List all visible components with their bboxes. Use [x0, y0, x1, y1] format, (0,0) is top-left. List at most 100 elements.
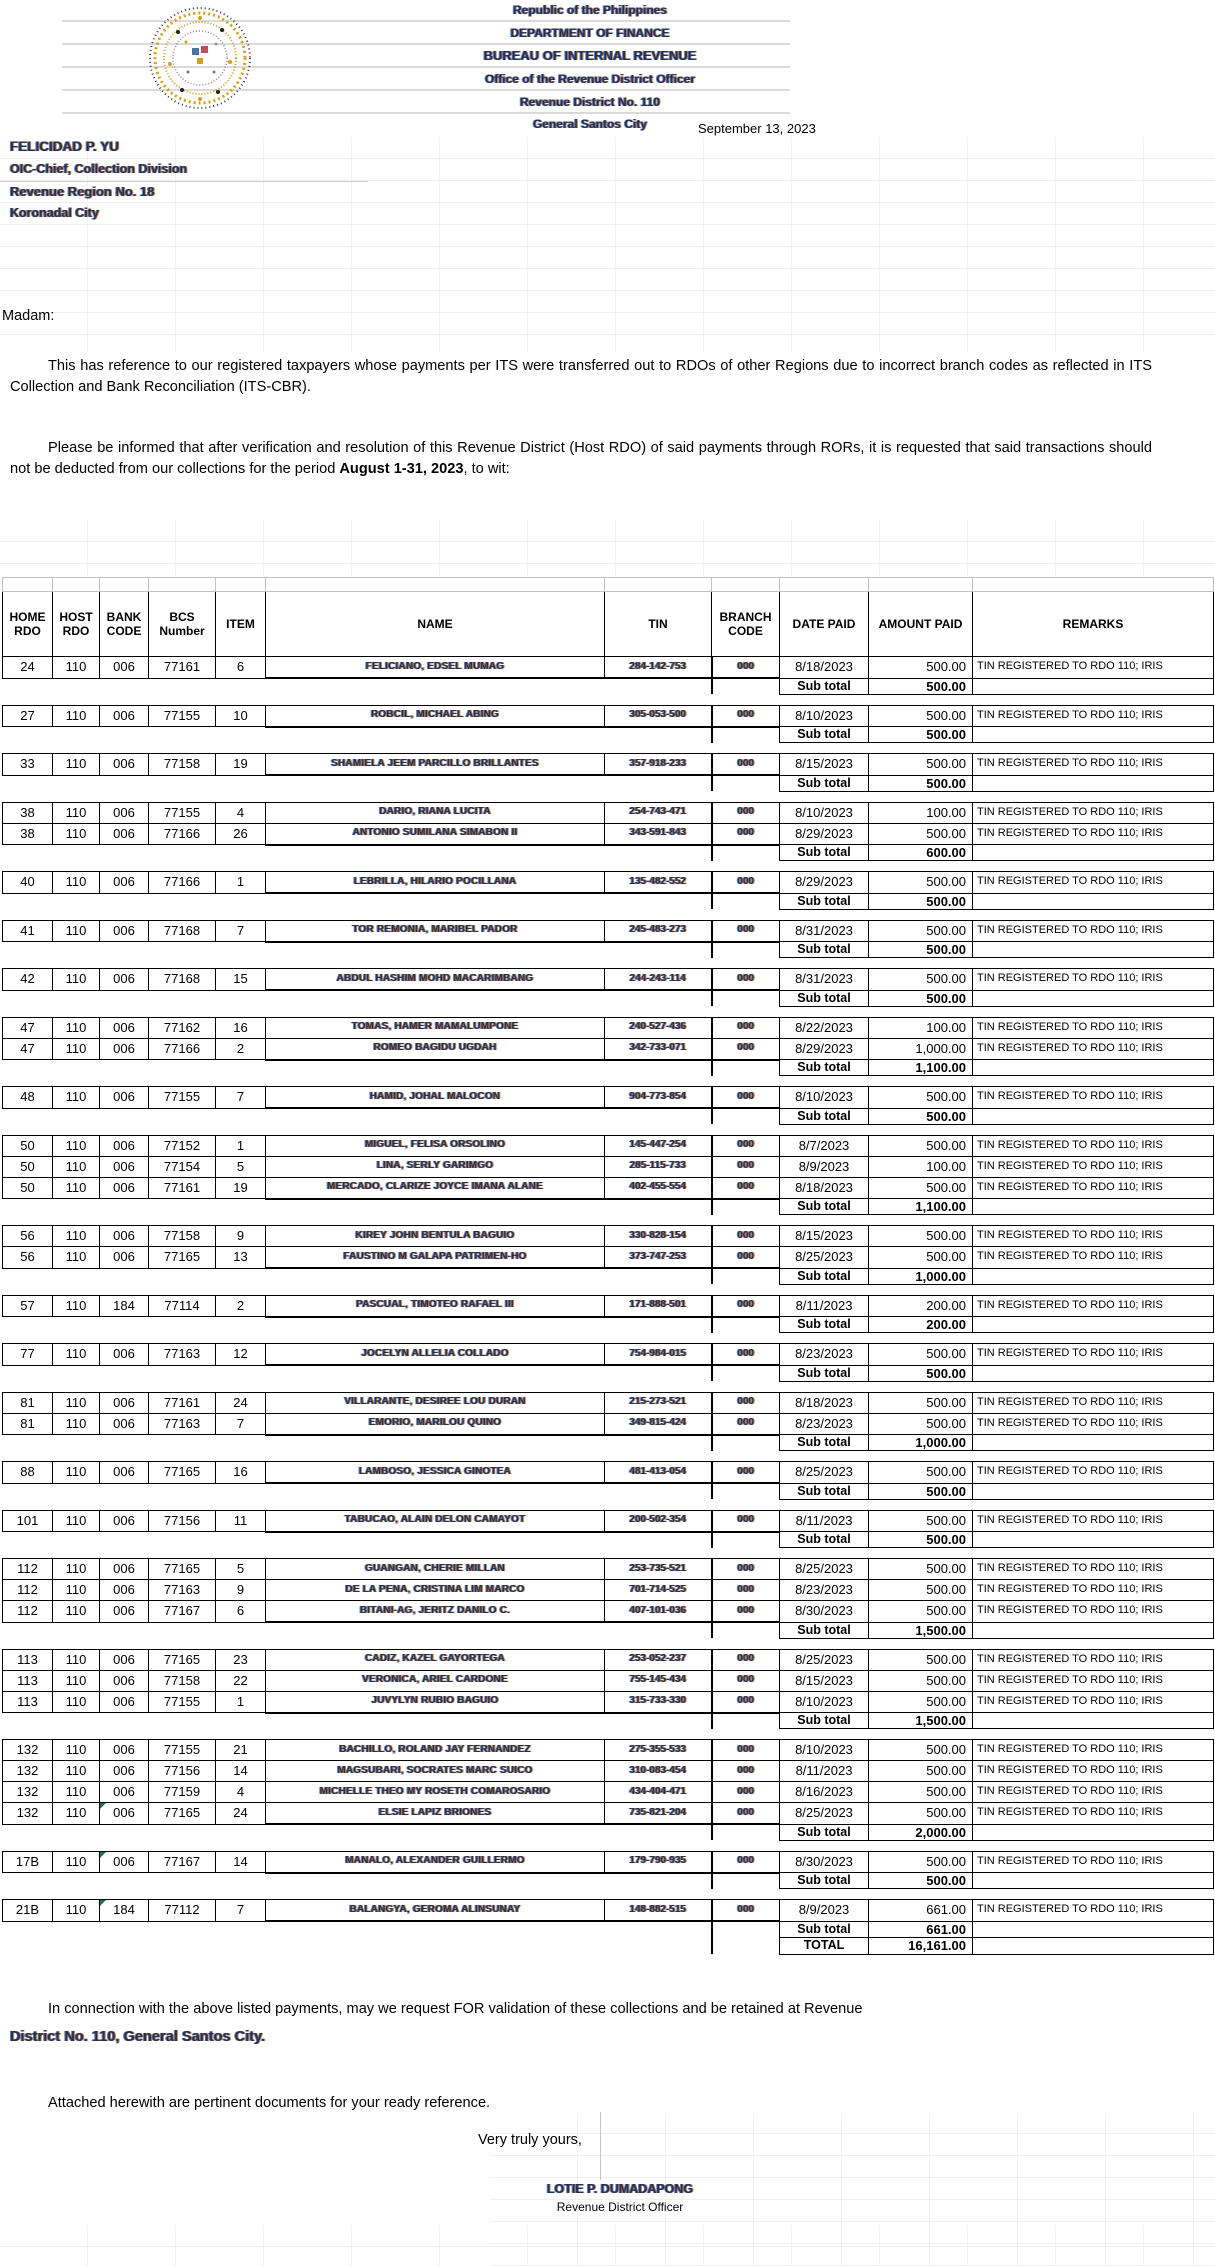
spacer-row — [3, 743, 1214, 754]
cell-host-rdo: 110 — [52, 871, 100, 894]
cell-subtotal-amount: 1,100.00 — [868, 1198, 973, 1215]
cell-tin: 305-053-500 — [604, 704, 713, 728]
cell-amount-paid: 500.00 — [868, 1781, 973, 1803]
cell-blank — [604, 1531, 713, 1548]
payment-row: 132 110 006 77156 14 MAGSUBARI, SOCRATES MARC… — [2, 1760, 1214, 1782]
cell-amount-paid: 1,000.00 — [868, 1037, 973, 1060]
payment-row: 113 110 006 77155 1 JUVYLYN RUBIO BAGUIO 315-7… — [2, 1690, 1214, 1714]
spacer-row — [3, 1284, 1214, 1295]
cell-remarks: TIN REGISTERED TO RDO 110; IRIS — [972, 1412, 1214, 1435]
cell-bank-code: 006 — [99, 1509, 149, 1532]
cell-item: 6 — [215, 656, 266, 679]
cell-bcs-number: 77166 — [148, 822, 216, 845]
cell-amount-paid: 500.00 — [868, 1558, 973, 1580]
cell-blank — [3, 1435, 605, 1451]
cell-item: 15 — [215, 968, 266, 991]
spacer-row — [3, 1840, 1214, 1851]
cell-amount-paid: 500.00 — [868, 1225, 973, 1247]
cell-home-rdo: 132 — [2, 1739, 53, 1761]
cell-name: TABUCAO, ALAIN DELON CAMAYOT — [265, 1509, 605, 1533]
cell-amount-paid: 500.00 — [868, 1802, 973, 1825]
cell-item: 7 — [215, 919, 266, 942]
cell-bank-code: 006 — [99, 1669, 149, 1692]
cell-remarks: TIN REGISTERED TO RDO 110; IRIS — [972, 1579, 1214, 1601]
cell-name: BACHILLO, ROLAND JAY FERNANDEZ — [265, 1739, 605, 1761]
cell-date-paid: 8/9/2023 — [779, 1899, 869, 1922]
cell-remarks-empty — [972, 1823, 1214, 1841]
cell-remarks: TIN REGISTERED TO RDO 110; IRIS — [972, 1461, 1214, 1484]
cell-amount-paid: 500.00 — [868, 1850, 973, 1873]
cell-home-rdo: 57 — [2, 1294, 53, 1317]
spacer-row — [3, 958, 1214, 969]
spacer-row — [3, 909, 1214, 920]
payment-row: 33 110 006 77158 19 SHAMIELA JEEM PARCILLO BR… — [2, 753, 1214, 776]
column-header-tin: TIN — [604, 591, 712, 657]
cell-item: 14 — [215, 1850, 266, 1873]
cell-date-paid: 8/22/2023 — [779, 1016, 869, 1039]
cell-remarks-empty — [972, 1920, 1214, 1938]
cell-bcs-number: 77161 — [148, 1391, 216, 1414]
cell-host-rdo: 110 — [52, 1669, 100, 1692]
cell-name: JUVYLYN RUBIO BAGUIO — [265, 1690, 605, 1714]
cell-bcs-number: 77112 — [148, 1899, 216, 1922]
cell-item: 23 — [215, 1648, 266, 1671]
cell-name: MAGSUBARI, SOCRATES MARC SUICO — [265, 1760, 605, 1782]
cell-subtotal-label: Sub total — [779, 1712, 869, 1729]
cell-amount-paid: 500.00 — [868, 968, 973, 991]
spacer-row — [3, 1381, 1214, 1392]
cell-date-paid: 8/29/2023 — [779, 822, 869, 845]
cell-item: 4 — [215, 801, 266, 824]
cell-subtotal-amount: 1,500.00 — [868, 1621, 973, 1639]
column-header-bank-code: BANK CODE — [99, 591, 149, 657]
payment-row: 24 110 006 77161 6 FELICIANO, EDSEL MUMAG 284-… — [2, 656, 1214, 679]
cell-remarks-empty — [972, 1316, 1214, 1333]
grid-cell — [779, 577, 869, 592]
cell-blank — [711, 1365, 780, 1381]
cell-host-rdo: 110 — [52, 1781, 100, 1803]
cell-subtotal-label: Sub total — [779, 892, 869, 910]
cell-bank-code: 006 — [99, 1648, 149, 1671]
cell-tin: 343-591-843 — [604, 822, 713, 846]
cell-name: EMORIO, MARILOU QUINO — [265, 1412, 605, 1436]
cell-amount-paid: 500.00 — [868, 753, 973, 776]
cell-bcs-number: 77162 — [148, 1016, 216, 1039]
cell-remarks-empty — [972, 726, 1214, 743]
cell-date-paid: 8/11/2023 — [779, 1509, 869, 1532]
cell-blank — [3, 678, 605, 694]
spacer-row — [3, 861, 1214, 872]
cell-amount-paid: 100.00 — [868, 801, 973, 824]
cell-subtotal-amount: 500.00 — [868, 726, 973, 743]
cell-tin: 215-273-521 — [604, 1391, 713, 1414]
payment-row: 40 110 006 77166 1 LEBRILLA, HILARIO POCILLAN… — [2, 871, 1214, 894]
cell-host-rdo: 110 — [52, 753, 100, 776]
cell-blank — [604, 844, 713, 861]
cell-amount-paid: 500.00 — [868, 1648, 973, 1671]
cell-host-rdo: 110 — [52, 1225, 100, 1247]
cell-subtotal-label: Sub total — [779, 1198, 869, 1215]
payment-row: 50 110 006 77154 5 LINA, SERLY GARIMGO 285-115… — [2, 1155, 1214, 1178]
cell-remarks: TIN REGISTERED TO RDO 110; IRIS — [972, 1343, 1214, 1366]
cell-name: DE LA PENA, CRISTINA LIM MARCO — [265, 1579, 605, 1601]
cell-name: LINA, SERLY GARIMGO — [265, 1155, 605, 1178]
cell-date-paid: 8/23/2023 — [779, 1343, 869, 1366]
cell-bcs-number: 77155 — [148, 1690, 216, 1713]
cell-home-rdo: 33 — [2, 753, 53, 776]
closing-paragraph: In connection with the above listed paym… — [10, 1995, 1152, 2051]
cell-remarks: TIN REGISTERED TO RDO 110; IRIS — [972, 1669, 1214, 1692]
cell-date-paid: 8/15/2023 — [779, 1669, 869, 1692]
cell-blank — [604, 1108, 713, 1124]
cell-branch-code: 000 — [711, 1294, 780, 1318]
body-paragraph-1: This has reference to our registered tax… — [10, 356, 1152, 398]
cell-host-rdo: 110 — [52, 1461, 100, 1484]
cell-item: 7 — [215, 1899, 266, 1922]
cell-home-rdo: 21B — [2, 1899, 53, 1922]
cell-tin: 373-747-253 — [604, 1246, 713, 1269]
cell-bank-code: 006 — [99, 1850, 149, 1873]
cell-date-paid: 8/31/2023 — [779, 919, 869, 942]
cell-amount-paid: 661.00 — [868, 1899, 973, 1922]
cell-bcs-number: 77163 — [148, 1579, 216, 1601]
cell-subtotal-label: Sub total — [779, 677, 869, 695]
cell-remarks: TIN REGISTERED TO RDO 110; IRIS — [972, 1225, 1214, 1247]
addressee-city: Koronadal City — [10, 206, 99, 220]
cell-blank — [3, 1840, 1214, 1851]
